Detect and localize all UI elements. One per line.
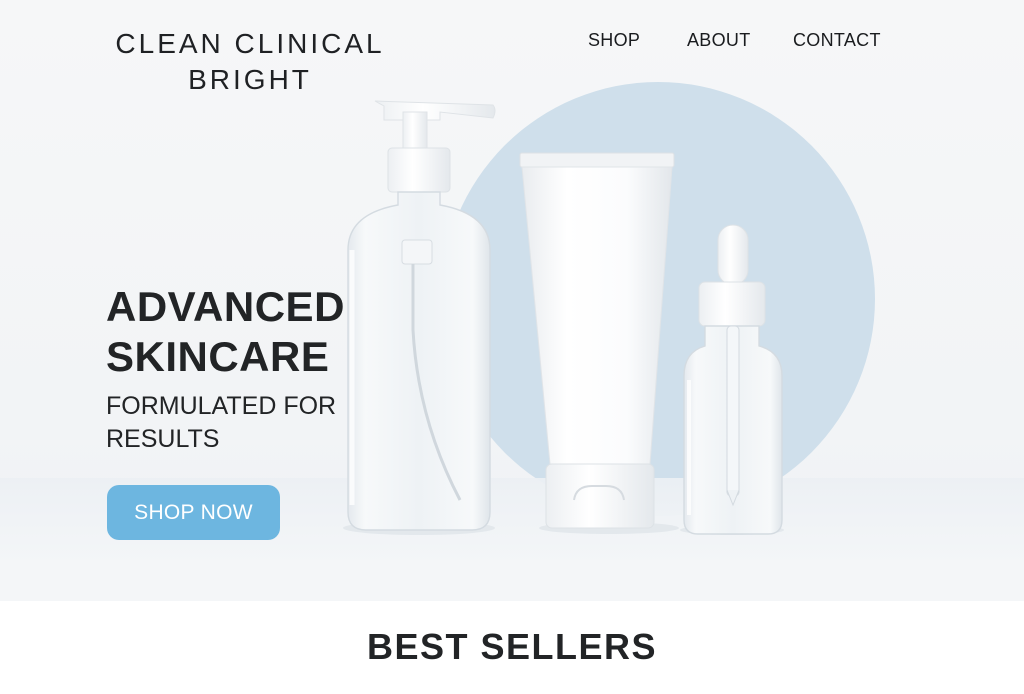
headline-line-1: ADVANCED bbox=[106, 283, 345, 330]
headline-line-2: SKINCARE bbox=[106, 333, 330, 380]
best-sellers-title: BEST SELLERS bbox=[366, 626, 658, 667]
pump-bottle-image bbox=[343, 100, 496, 535]
hero-section: CLEAN CLINICAL BRIGHT SHOP ABOUT CONTACT bbox=[0, 0, 1024, 601]
shop-now-button[interactable]: SHOP NOW bbox=[107, 485, 280, 540]
tube-image bbox=[519, 152, 679, 534]
dropper-bottle-image bbox=[680, 224, 784, 535]
subline-line-1: FORMULATED FOR bbox=[106, 392, 337, 420]
hero-subheadline: FORMULATED FOR RESULTS bbox=[106, 390, 336, 456]
subline-line-2: RESULTS bbox=[106, 425, 220, 453]
hero-headline: ADVANCED SKINCARE bbox=[106, 282, 345, 382]
